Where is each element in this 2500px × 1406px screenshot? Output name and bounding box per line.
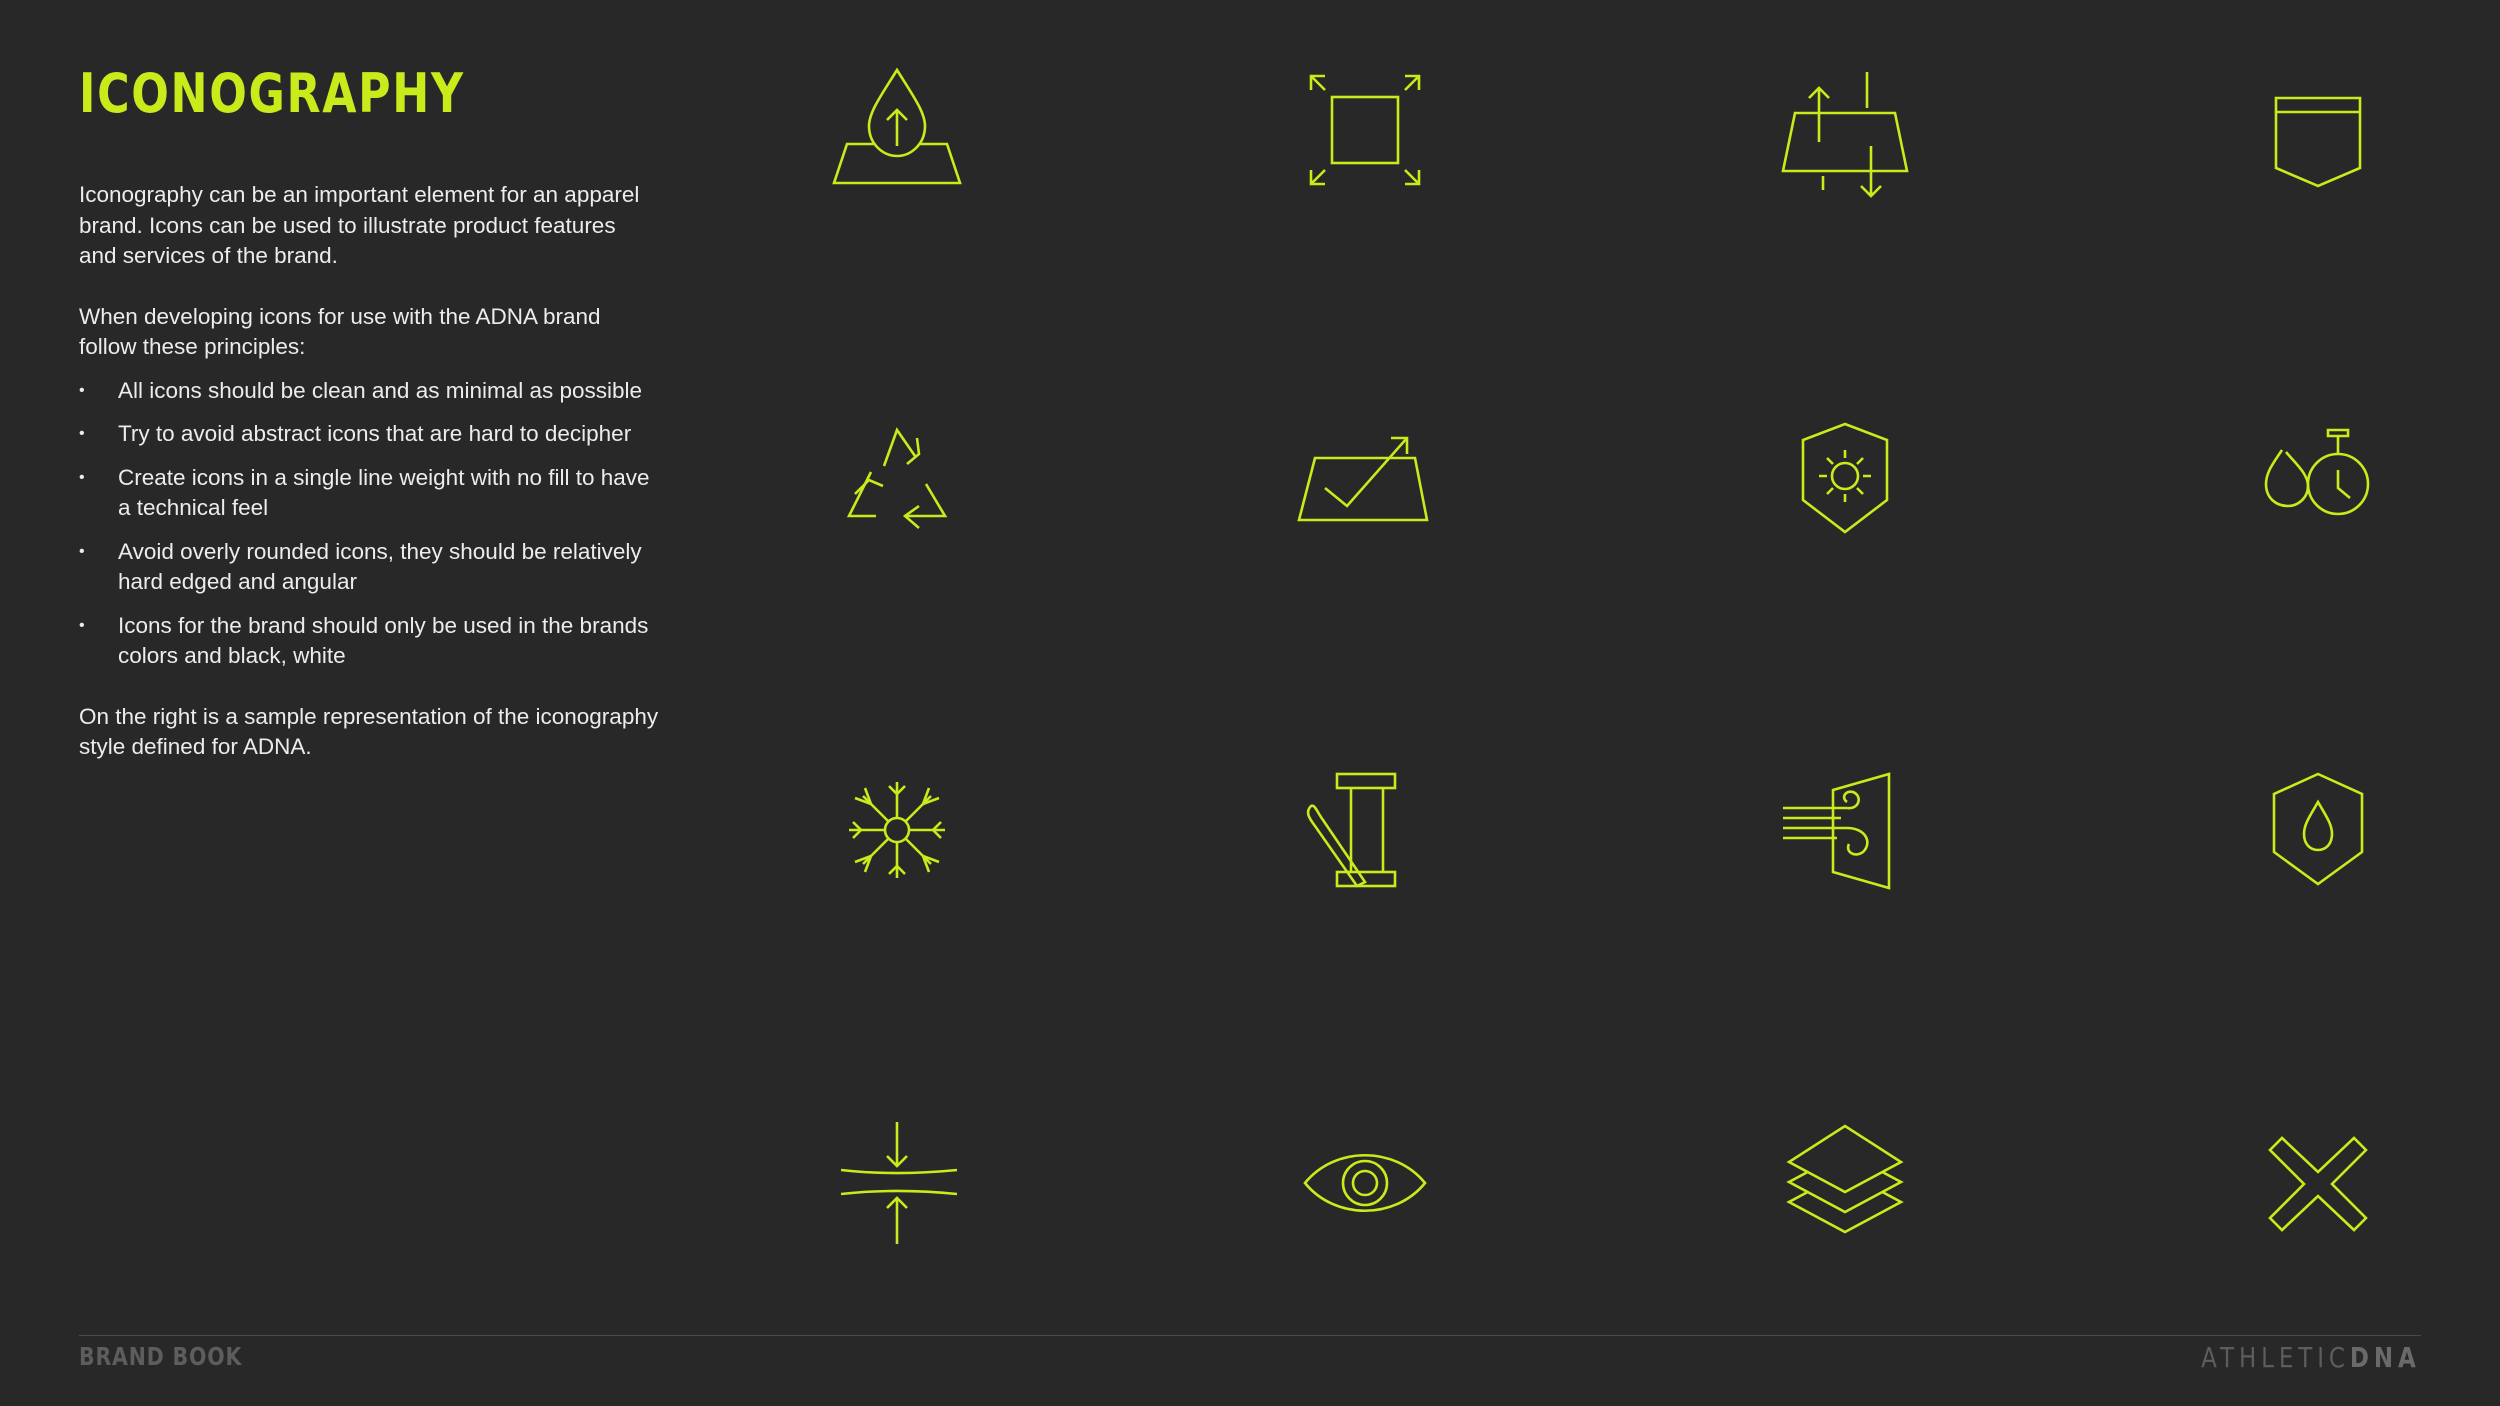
layering-icon <box>1775 1112 1915 1252</box>
principle-item: Try to avoid abstract icons that are har… <box>79 419 659 450</box>
wind-resistant-icon <box>1775 760 1915 900</box>
lightweight-fabric-icon <box>1295 410 1435 550</box>
recycled-icon <box>827 410 967 550</box>
compression-icon <box>827 1112 967 1252</box>
principle-item: Icons for the brand should only be used … <box>79 611 659 672</box>
four-way-stretch-icon <box>1295 60 1435 200</box>
footer-divider <box>79 1335 2421 1336</box>
pocket-icon <box>2248 60 2388 200</box>
intro-text: Iconography can be an important element … <box>79 180 659 763</box>
moisture-wicking-icon <box>827 60 967 200</box>
footer-label: BRAND BOOK <box>79 1342 243 1371</box>
visibility-icon <box>1295 1112 1435 1252</box>
page-title: ICONOGRAPHY <box>79 62 465 125</box>
breathable-fabric-icon <box>1775 60 1915 200</box>
intro-paragraph-3: On the right is a sample representation … <box>79 703 659 760</box>
principle-item: Create icons in a single line weight wit… <box>79 463 659 524</box>
water-resistant-icon <box>2248 760 2388 900</box>
intro-paragraph-1: Iconography can be an important element … <box>79 182 640 268</box>
uv-protection-icon <box>1775 410 1915 550</box>
quick-dry-icon <box>2248 410 2388 550</box>
brand-logo-light: ATHLETIC <box>2201 1341 2351 1374</box>
principle-item: Avoid overly rounded icons, they should … <box>79 537 659 598</box>
brand-logo: ATHLETICDNA <box>2201 1341 2421 1374</box>
principles-list: All icons should be clean and as minimal… <box>79 376 659 672</box>
brand-logo-bold: DNA <box>2350 1341 2421 1374</box>
anti-chafe-icon <box>2248 1112 2388 1252</box>
intro-paragraph-2: When developing icons for use with the A… <box>79 303 601 360</box>
principle-item: All icons should be clean and as minimal… <box>79 376 659 407</box>
sewing-thread-icon <box>1295 760 1435 900</box>
cooling-icon <box>827 760 967 900</box>
